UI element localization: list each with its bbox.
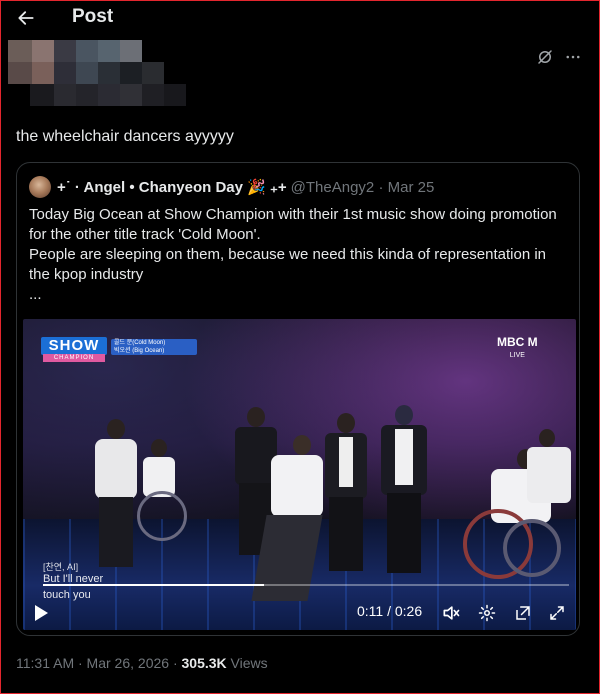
video-player[interactable]: SHOW CHAMPION 콜드 문(Cold Moon) 빅오션 (Big O… [23,319,576,630]
video-progress-fill [43,584,264,586]
back-button[interactable] [12,4,40,32]
pop-out-icon [516,606,530,620]
subtitle-speaker: [찬연, AI] [43,562,79,572]
broadcaster-logo: MBC M LIVE [497,335,538,361]
video-subtitle: [찬연, AI] But I'll never [43,561,103,585]
post-text: the wheelchair dancers ayyyyy [16,128,234,145]
broadcaster-name: MBC M [497,335,538,349]
views-count[interactable]: 305.3K [182,655,227,671]
video-subtitle-line2: touch you [43,589,91,601]
fullscreen-icon [550,606,564,620]
quote-text-line: Today Big Ocean at Show Champion with th… [29,206,557,243]
quote-text: Today Big Ocean at Show Champion with th… [29,205,569,305]
show-logo-text: SHOW [41,337,107,355]
blurred-author-info [8,40,188,106]
show-champion-logo: SHOW CHAMPION 콜드 문(Cold Moon) 빅오션 (Big O… [41,337,197,362]
fullscreen-button[interactable] [545,601,569,625]
dancer-figure [131,439,191,549]
grok-button[interactable] [534,46,556,68]
quote-handle-date[interactable]: @TheAngy2 · Mar 25 [291,179,435,196]
subtitle-line: touch you [43,589,91,601]
song-title: 콜드 문(Cold Moon) [114,340,166,346]
dancer-figure [379,405,429,575]
header: Post [0,0,600,36]
song-caption: 콜드 문(Cold Moon) 빅오션 (Big Ocean) [111,339,197,355]
quoted-post[interactable]: +˙ · Angel • Chanyeon Day 🎉 ₊+ @TheAngy2… [16,162,580,636]
dancer-figure [249,435,329,605]
dancer-figure [321,413,371,573]
views-label: Views [226,655,268,671]
arrow-left-icon [18,11,34,25]
more-options-button[interactable] [562,46,584,68]
quote-author-name[interactable]: +˙ · Angel • Chanyeon Day 🎉 ₊+ [57,178,287,196]
play-icon [35,605,48,621]
show-logo-subtext: CHAMPION [43,354,105,362]
avatar[interactable] [29,176,51,198]
post-timestamp[interactable]: 11:31 AM · Mar 26, 2026 · [16,655,182,671]
dancer-figure [523,429,573,529]
quote-text-line: People are sleeping on them, because we … [29,246,547,283]
gear-icon [478,604,496,622]
quote-text-line: ... [29,286,42,303]
live-label: LIVE [509,352,525,359]
play-button[interactable] [29,601,53,625]
song-artist: 빅오션 (Big Ocean) [114,348,165,354]
page-title: Post [72,6,114,27]
volume-muted-icon [443,606,460,620]
settings-button[interactable] [475,601,499,625]
mute-button[interactable] [439,601,463,625]
video-progress-bar[interactable] [43,584,569,586]
grok-icon [538,50,552,64]
more-icon [566,55,580,59]
pop-out-button[interactable] [511,601,535,625]
quote-header: +˙ · Angel • Chanyeon Day 🎉 ₊+ @TheAngy2… [29,175,434,199]
post-metadata: 11:31 AM · Mar 26, 2026 · 305.3K Views [16,655,268,671]
video-time: 0:11 / 0:26 [357,603,423,619]
